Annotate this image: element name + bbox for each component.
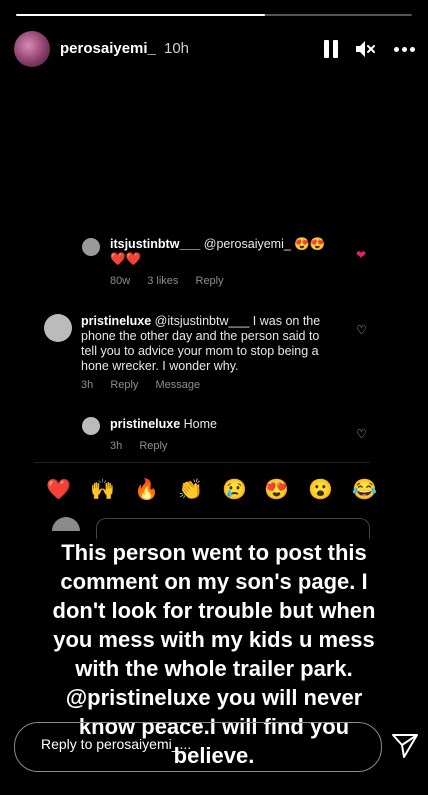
fire-emoji-button[interactable]: 🔥 [134, 477, 159, 502]
avatar [52, 517, 80, 531]
story-timestamp: 10h [164, 40, 190, 57]
like-heart-icon[interactable]: ♡ [356, 323, 367, 337]
comment-meta: 80w 3 likes Reply [110, 275, 224, 287]
comment-age: 3h [81, 379, 94, 391]
speaker-muted-icon[interactable] [354, 38, 376, 60]
comment-likes[interactable]: 3 likes [147, 275, 178, 287]
reply-link[interactable]: Reply [139, 440, 167, 452]
comment-body: itsjustinbtw___ @perosaiyemi_ 😍😍 ❤️❤️ [110, 237, 370, 267]
reply-field-container[interactable] [14, 722, 382, 772]
commenter-avatar [82, 238, 100, 256]
comment-input-outline [96, 518, 370, 539]
story-progress-bar [16, 14, 412, 16]
comment-text-line: tell you to advice your mom to stop bein… [81, 344, 319, 358]
comment-text: @perosaiyemi_ 😍😍 [203, 237, 326, 251]
reply-link[interactable]: Reply [110, 379, 138, 391]
commenter-avatar [44, 314, 72, 342]
reply-link[interactable]: Reply [196, 275, 224, 287]
send-icon[interactable] [390, 730, 420, 760]
clap-emoji-button[interactable]: 👏 [178, 477, 203, 502]
comment-meta: 3h Reply [110, 440, 167, 452]
more-options-icon[interactable] [394, 38, 416, 60]
comment-username: itsjustinbtw___ [110, 237, 201, 251]
comment-username: pristineluxe [81, 314, 152, 328]
comment-age: 3h [110, 440, 123, 452]
crying-emoji-button[interactable]: 😢 [222, 477, 247, 502]
heart-emoji-button[interactable]: ❤️ [46, 477, 71, 502]
message-link[interactable]: Message [156, 379, 201, 391]
comment-body: pristineluxe Home [110, 417, 350, 432]
comment-text: @itsjustinbtw___ I was on the [154, 314, 321, 328]
story-username[interactable]: perosaiyemi_ [60, 40, 156, 57]
comment-text-line: hone wrecker. I wonder why. [81, 359, 239, 373]
comment-meta: 3h Reply Message [81, 379, 200, 391]
comment-text-line: phone the other day and the person said … [81, 329, 320, 343]
laughing-emoji-button[interactable]: 😂 [352, 477, 377, 502]
comment-text-line: ❤️❤️ [110, 252, 142, 266]
comment-text: Home [183, 417, 217, 431]
commenter-avatar [82, 417, 100, 435]
story-header: perosaiyemi_ 10h [14, 30, 416, 68]
raised-hands-emoji-button[interactable]: 🙌 [90, 477, 115, 502]
emoji-reaction-bar: ❤️ 🙌 🔥 👏 😢 😍 😮 😂 [36, 477, 386, 503]
like-heart-icon[interactable]: ♡ [356, 427, 367, 441]
story-progress-fill [16, 14, 266, 16]
heart-eyes-emoji-button[interactable]: 😍 [264, 477, 289, 502]
avatar[interactable] [14, 31, 50, 67]
comment-age: 80w [110, 275, 131, 287]
reply-input[interactable] [39, 735, 243, 753]
liked-heart-icon[interactable]: ❤ [356, 248, 366, 262]
divider [34, 462, 370, 463]
comment-username: pristineluxe [110, 417, 181, 431]
surprised-emoji-button[interactable]: 😮 [308, 477, 333, 502]
comment-body: pristineluxe @itsjustinbtw___ I was on t… [81, 314, 353, 374]
pause-icon[interactable] [320, 38, 342, 60]
